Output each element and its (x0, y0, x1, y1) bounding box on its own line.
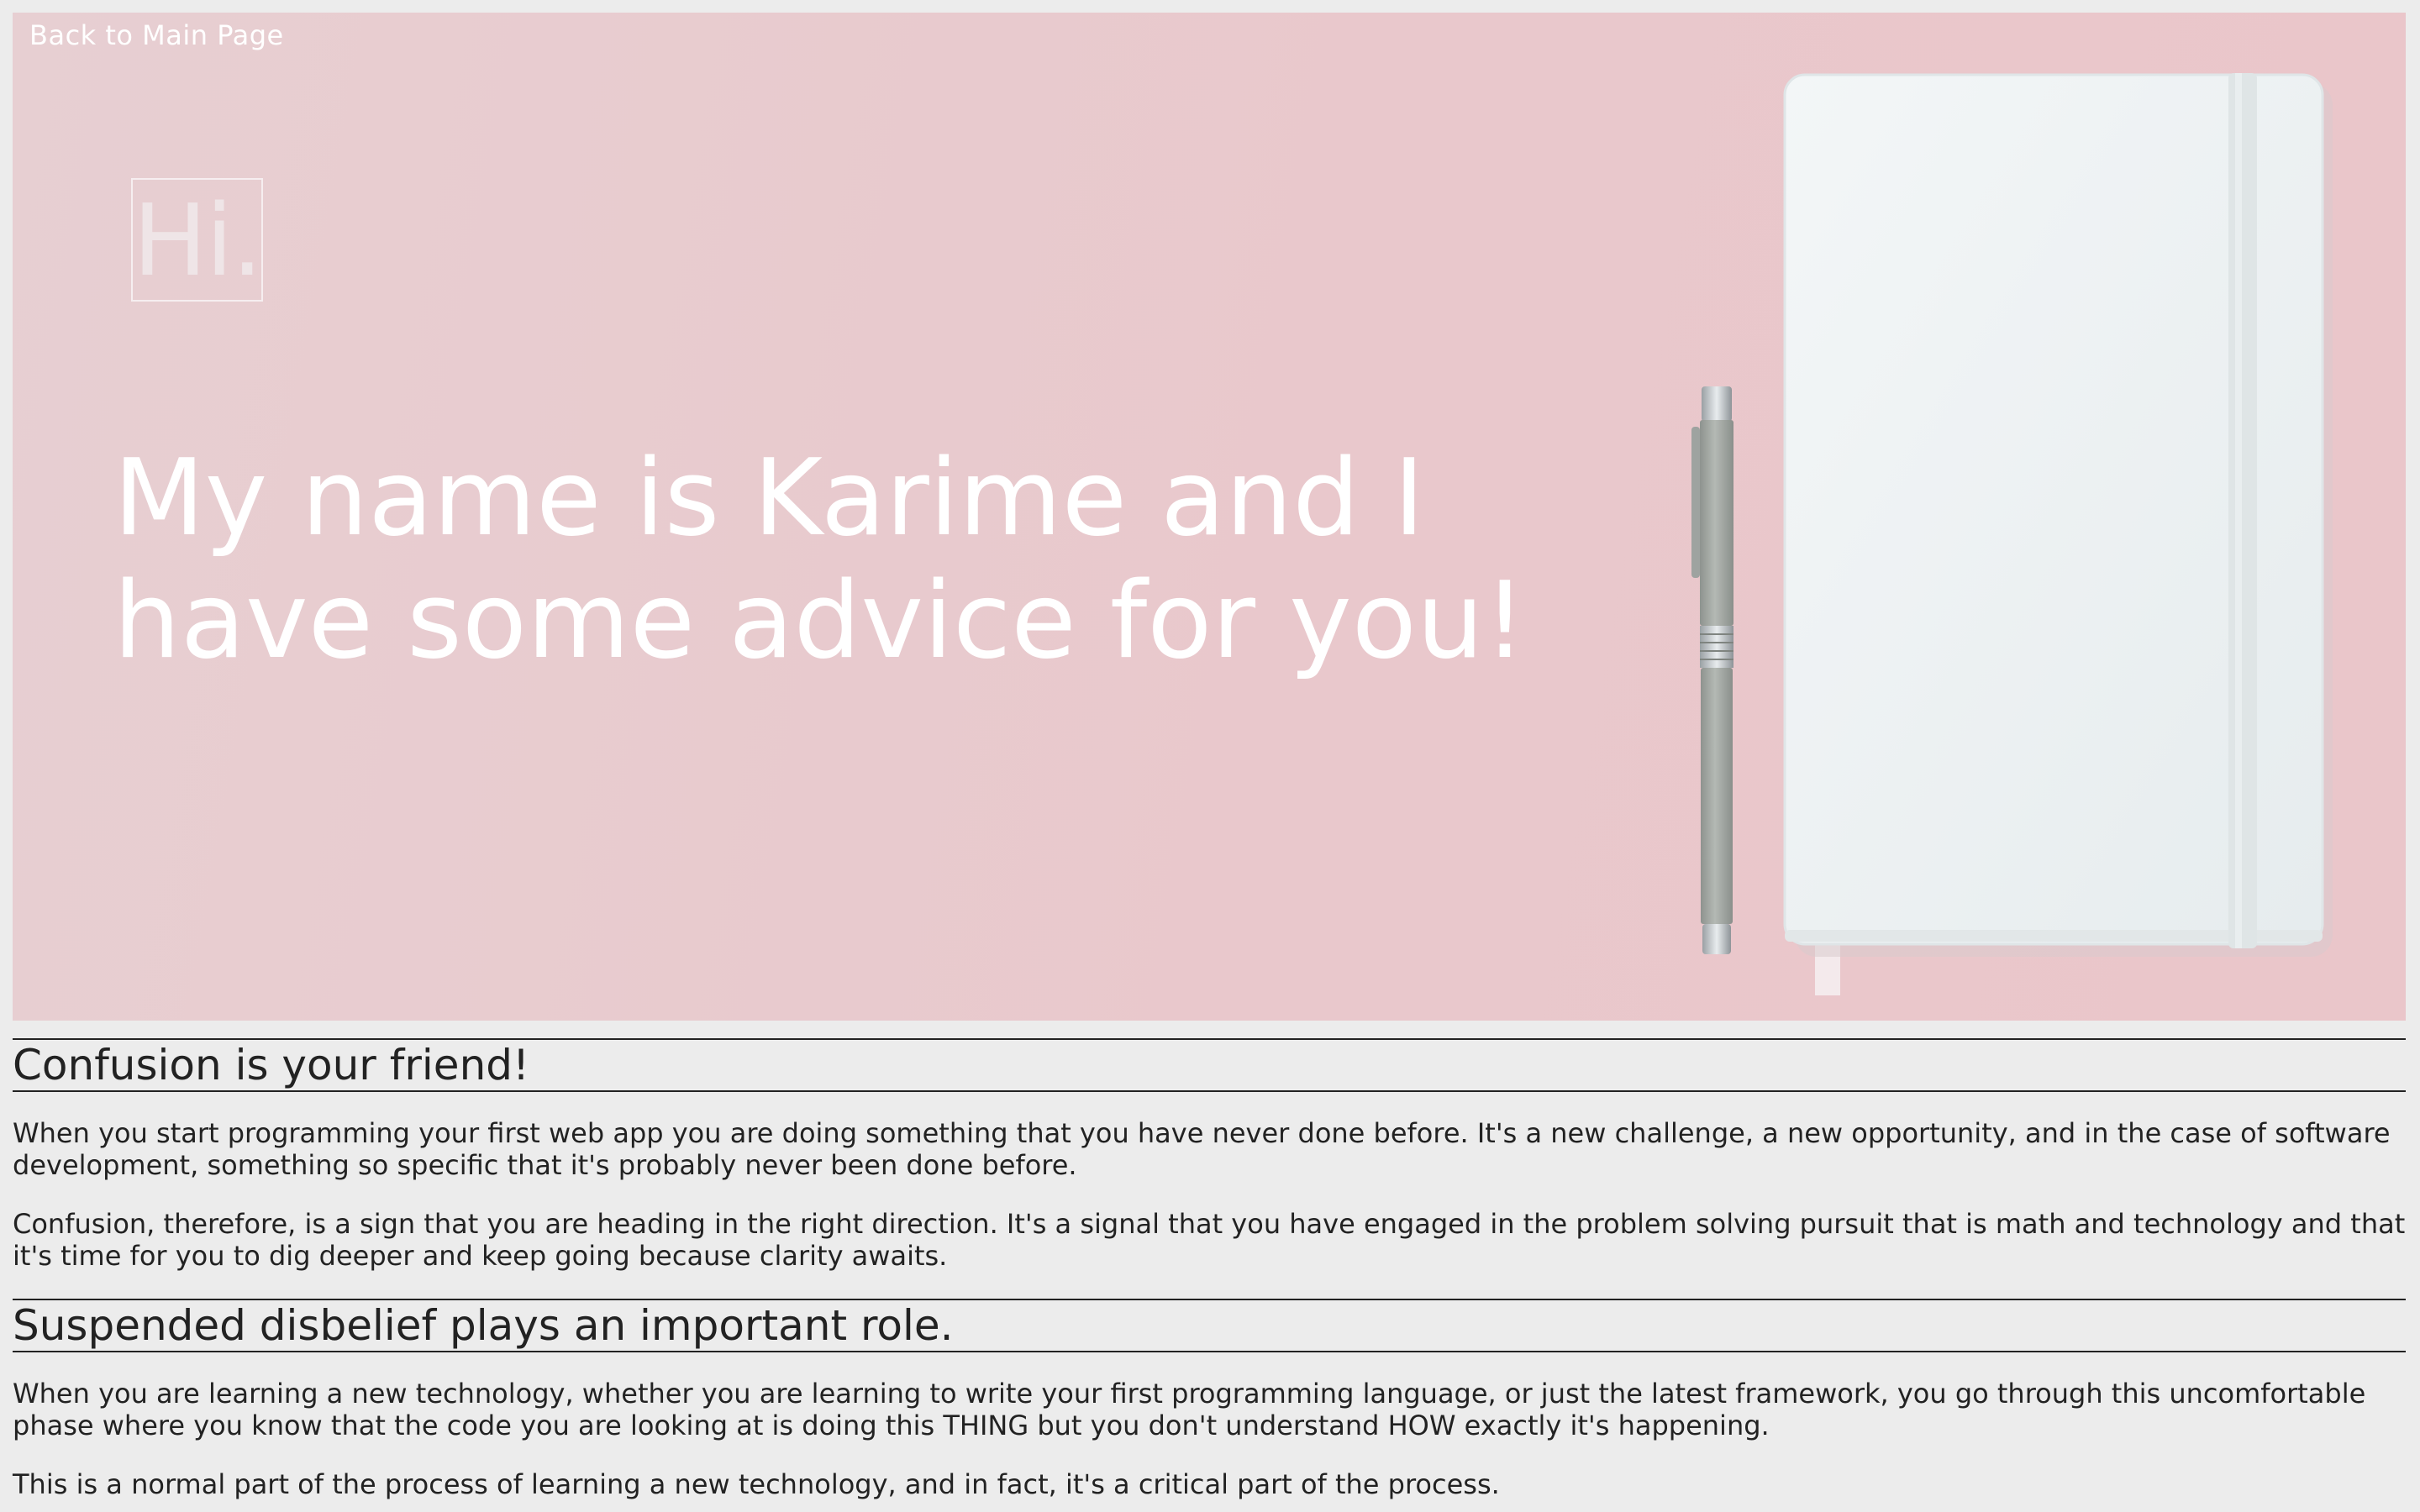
greeting-text: Hi. (132, 181, 263, 298)
back-to-main-link[interactable]: Back to Main Page (29, 19, 284, 51)
section-paragraph: When you are learning a new technology, … (13, 1378, 2366, 1441)
greeting-box: Hi. (131, 178, 263, 302)
article-content: Confusion is your friend! When you start… (13, 1038, 2406, 1500)
hero-headline: My name is Karime and I have some advice… (113, 436, 1527, 682)
section-suspended-disbelief: Suspended disbelief plays an important r… (13, 1299, 2406, 1500)
section-title: Confusion is your friend! (13, 1038, 2406, 1092)
section-paragraph: When you start programming your first we… (13, 1117, 2391, 1181)
section-paragraph: This is a normal part of the process of … (13, 1468, 1500, 1500)
section-paragraph: Confusion, therefore, is a sign that you… (13, 1208, 2406, 1272)
hero-banner: Back to Main Page Hi. My name is Karime … (13, 13, 2406, 1021)
section-title: Suspended disbelief plays an important r… (13, 1299, 2406, 1352)
pen-icon (1691, 386, 1733, 954)
notebook-icon (1783, 73, 2333, 995)
section-confusion: Confusion is your friend! When you start… (13, 1038, 2406, 1272)
